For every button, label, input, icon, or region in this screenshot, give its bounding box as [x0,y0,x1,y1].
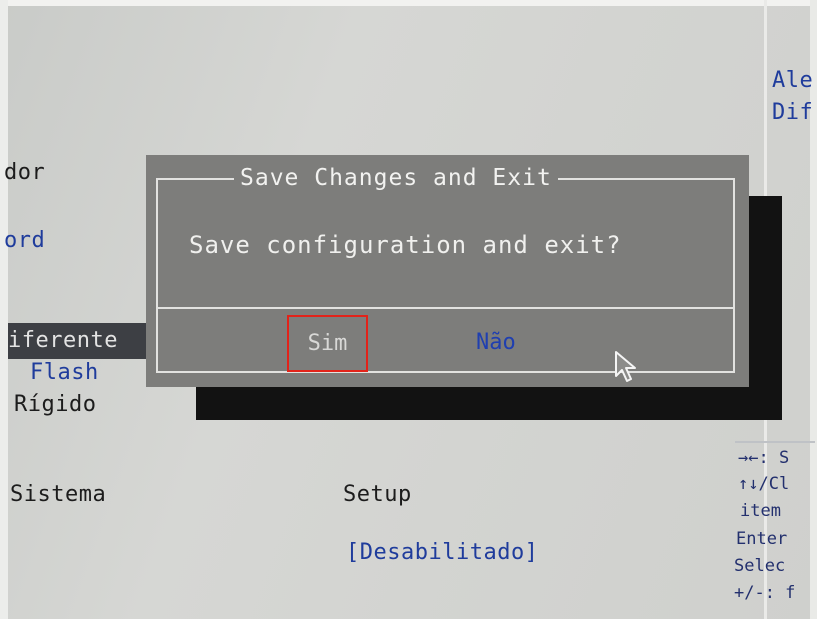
dialog-title: Save Changes and Exit [234,165,558,192]
help-line-navigate: →←: S [738,448,790,468]
help-heading-dif: Dif [772,100,814,125]
menu-label-sistema[interactable]: Sistema [10,482,106,508]
mouse-pointer-icon [615,351,636,382]
menu-label-dor[interactable]: dor [4,160,45,186]
yes-button[interactable]: Sim [287,315,368,372]
help-line-select: ↑↓/Cl [738,474,790,494]
menu-label-rigido[interactable]: Rígido [14,392,96,418]
menu-label-iferente[interactable]: iferente [8,328,118,354]
setting-value-desabilitado[interactable]: [Desabilitado] [346,540,538,566]
setting-value-setup: Setup [343,482,412,507]
bios-screen: dor ord iferente Flash Rígido Sistema Se… [0,0,817,619]
monitor-bezel-left [0,0,8,619]
no-button[interactable]: Não [476,329,516,357]
save-exit-dialog: Save Changes and Exit Save configuration… [146,155,749,387]
menu-label-ord[interactable]: ord [4,228,45,254]
dialog-frame [156,178,735,373]
help-line-enter: Enter [736,529,788,549]
monitor-bezel-top [0,0,817,6]
menu-label-flash[interactable]: Flash [30,360,99,386]
help-line-plus-minus: +/-: f [734,583,796,603]
help-line-item: item [740,501,781,521]
help-panel-separator [735,441,815,443]
help-line-selec: Selec [734,556,786,576]
help-heading-ale: Ale [772,68,814,93]
dialog-message: Save configuration and exit? [189,231,622,259]
dialog-divider [156,307,735,309]
